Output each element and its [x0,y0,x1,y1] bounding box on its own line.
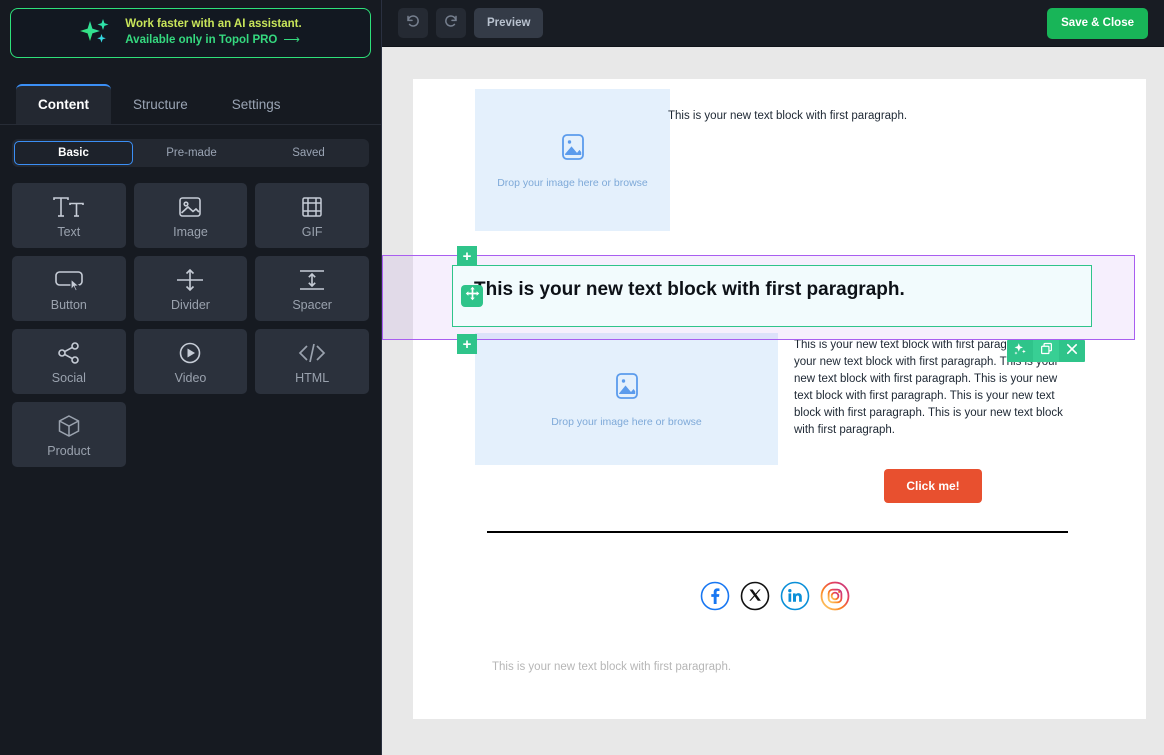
sidebar-tabs: Content Structure Settings [0,80,381,125]
ai-banner-line1: Work faster with an AI assistant. [125,18,302,31]
block-gif-label: GIF [301,225,323,239]
email-body: Drop your image here or browse This is y… [413,79,1146,719]
block-html[interactable]: HTML [255,329,369,394]
block-social[interactable]: Social [12,329,126,394]
block-text-label: Text [57,225,81,239]
redo-icon [443,13,459,34]
sidebar: Work faster with an AI assistant. Availa… [0,0,382,755]
email-row-1[interactable]: Drop your image here or browse This is y… [413,79,1146,231]
undo-icon [405,13,421,34]
email-footer-text[interactable]: This is your new text block with first p… [492,661,1052,673]
save-and-close-button[interactable]: Save & Close [1047,7,1148,39]
delete-button[interactable] [1059,340,1085,362]
ai-banner-line2: Available only in Topol PRO ⟶ [125,33,301,49]
tab-settings[interactable]: Settings [210,86,303,124]
block-social-label: Social [51,371,86,385]
close-icon [1065,342,1079,361]
block-video-label: Video [174,371,207,385]
facebook-icon[interactable] [700,581,730,611]
block-html-label: HTML [295,371,330,385]
cube-icon [56,411,82,441]
block-action-toolbar [1007,340,1085,362]
image-placeholder-2-label: Drop your image here or browse [551,415,702,428]
email-canvas[interactable]: Drop your image here or browse This is y… [382,47,1164,755]
block-button-label: Button [50,298,87,312]
email-row-social[interactable] [413,561,1146,639]
sparkles-icon [79,16,113,50]
ai-assistant-banner[interactable]: Work faster with an AI assistant. Availa… [10,8,371,58]
social-share-icon [56,338,82,368]
email-text-1[interactable]: This is your new text block with first p… [668,108,1098,125]
image-icon [177,192,203,222]
undo-button[interactable] [398,8,428,38]
divider-line [487,531,1068,533]
duplicate-button[interactable] [1033,340,1059,362]
block-divider-label: Divider [171,298,210,312]
block-image[interactable]: Image [133,183,248,248]
segment-saved[interactable]: Saved [250,141,367,165]
add-row-below-button[interactable]: + [457,334,477,354]
x-twitter-icon[interactable] [740,581,770,611]
ai-banner-line2-label: Available only in Topol PRO [125,34,278,46]
segment-basic[interactable]: Basic [14,141,133,165]
add-row-above-button[interactable]: + [457,246,477,266]
image-placeholder-2[interactable]: Drop your image here or browse [475,333,778,465]
topol-email-editor: Work faster with an AI assistant. Availa… [0,0,1164,755]
block-category-segmented-control: Basic Pre-made Saved [12,139,369,167]
image-icon [558,132,588,167]
linkedin-icon[interactable] [780,581,810,611]
arrow-right-icon: ⟶ [283,34,299,46]
social-icons [475,581,1075,611]
preview-button[interactable]: Preview [474,8,544,38]
image-placeholder-1-label: Drop your image here or browse [497,176,648,189]
block-product-label: Product [47,444,91,458]
block-spacer-label: Spacer [292,298,332,312]
segment-pre-made[interactable]: Pre-made [133,141,250,165]
move-block-handle[interactable] [461,285,483,307]
tab-structure[interactable]: Structure [111,86,210,124]
block-product[interactable]: Product [12,402,126,467]
gif-icon [299,192,325,222]
block-spacer[interactable]: Spacer [255,256,369,321]
image-icon [612,371,642,406]
block-text[interactable]: Text [12,183,126,248]
email-row-divider[interactable] [413,511,1146,561]
code-icon [297,338,327,368]
ai-sparkle-icon [1013,342,1027,361]
block-button[interactable]: Button [12,256,126,321]
ai-banner-text: Work faster with an AI assistant. Availa… [125,17,301,48]
block-divider[interactable]: Divider [133,256,248,321]
editor-main: Preview Save & Close Drop your image her… [382,0,1164,755]
text-icon [51,192,87,222]
video-play-icon [177,338,203,368]
spacer-icon [297,265,327,295]
selected-text-block[interactable]: This is your new text block with first p… [474,279,1074,301]
ai-assist-button[interactable] [1007,340,1033,362]
move-arrows-icon [465,286,480,306]
instagram-icon[interactable] [820,581,850,611]
tab-content[interactable]: Content [16,84,111,124]
block-gif[interactable]: GIF [255,183,369,248]
block-video[interactable]: Video [133,329,248,394]
block-image-label: Image [173,225,208,239]
block-palette: Text Image GIF Button Divider Spacer Soc… [12,183,369,467]
top-toolbar: Preview Save & Close [382,0,1164,47]
divider-icon [175,265,205,295]
cta-wrap: Click me! [794,469,1072,503]
image-placeholder-1[interactable]: Drop your image here or browse [475,89,670,231]
email-row-footer[interactable]: This is your new text block with first p… [413,639,1146,699]
duplicate-icon [1040,342,1053,360]
click-me-button[interactable]: Click me! [884,469,982,503]
button-icon [52,265,86,295]
redo-button[interactable] [436,8,466,38]
